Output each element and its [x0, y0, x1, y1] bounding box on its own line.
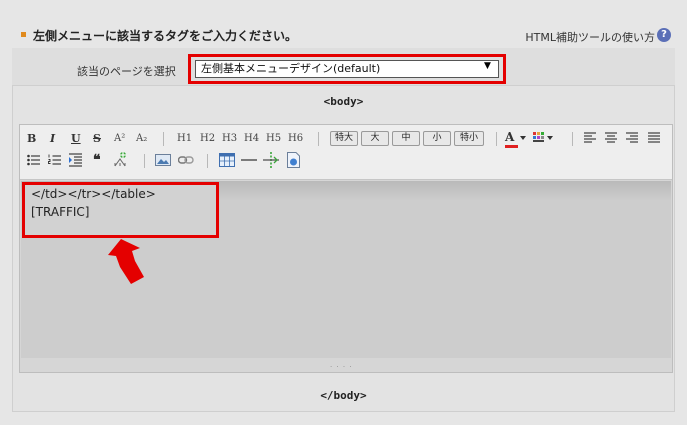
font-size-xsmall-button[interactable]: 特小 [454, 131, 484, 146]
help-link[interactable]: HTML補助ツールの使い方 [525, 29, 655, 45]
heading-3-button[interactable]: H3 [222, 133, 237, 144]
media-file-icon[interactable] [287, 152, 300, 168]
help-icon[interactable]: ? [657, 28, 671, 42]
section-title: 左側メニューに該当するタグをご入力ください。 [33, 29, 298, 43]
font-color-button[interactable]: A [505, 130, 526, 148]
editor-code-line: [TRAFFIC] [31, 205, 90, 219]
font-size-large-button[interactable]: 大 [361, 131, 389, 146]
heading-4-button[interactable]: H4 [244, 133, 259, 144]
strikethrough-button[interactable]: S [93, 132, 101, 145]
toolbar-separator [163, 132, 164, 146]
sitemap-icon[interactable] [112, 151, 130, 168]
subscript-button[interactable]: A₂ [136, 133, 147, 144]
superscript-button[interactable]: A² [114, 133, 125, 144]
bullet-list-icon[interactable] [27, 154, 40, 166]
toolbar-separator [207, 154, 208, 168]
font-size-xlarge-button[interactable]: 特大 [330, 131, 358, 146]
page-select-label: 該当のページを選択 [77, 65, 176, 78]
quote-icon[interactable]: ❝ [93, 152, 101, 168]
chevron-down-icon[interactable]: ▼ [484, 61, 491, 71]
body-open-tag-label: <body> [323, 95, 364, 108]
toolbar-separator [318, 132, 319, 146]
toolbar-separator [144, 154, 145, 168]
color-grid-icon [533, 132, 553, 142]
body-close-tag-label: </body> [320, 389, 367, 402]
font-size-medium-button[interactable]: 中 [392, 131, 420, 146]
header-bullet [21, 32, 26, 37]
heading-2-button[interactable]: H2 [200, 133, 215, 144]
align-justify-icon[interactable] [648, 132, 660, 143]
background-color-button[interactable] [533, 131, 555, 148]
align-left-icon[interactable] [584, 132, 596, 143]
bold-button[interactable]: B [27, 132, 36, 145]
toolbar-separator [572, 132, 573, 146]
link-icon[interactable] [178, 155, 194, 165]
heading-6-button[interactable]: H6 [288, 133, 303, 144]
resize-handle-icon[interactable]: · · · · [330, 363, 353, 371]
image-icon[interactable] [155, 154, 171, 166]
page-break-icon[interactable] [263, 152, 279, 168]
heading-5-button[interactable]: H5 [266, 133, 281, 144]
align-center-icon[interactable] [605, 132, 617, 143]
underline-button[interactable]: U [71, 132, 81, 145]
font-color-icon: A [505, 130, 515, 144]
numbered-list-icon[interactable] [48, 154, 61, 166]
red-arrow-pointer-icon [108, 239, 144, 284]
align-right-icon[interactable] [626, 132, 638, 143]
font-size-small-button[interactable]: 小 [423, 131, 451, 146]
indent-icon[interactable] [69, 153, 82, 167]
italic-button[interactable]: I [50, 132, 55, 145]
table-icon[interactable] [219, 153, 235, 167]
heading-1-button[interactable]: H1 [177, 133, 192, 144]
page-select-dropdown[interactable]: 左側基本メニューデザイン(default) [195, 60, 499, 78]
editor-code-line: </td></tr></table> [31, 187, 156, 201]
toolbar-separator [496, 132, 497, 146]
horizontal-rule-icon[interactable] [241, 156, 257, 164]
